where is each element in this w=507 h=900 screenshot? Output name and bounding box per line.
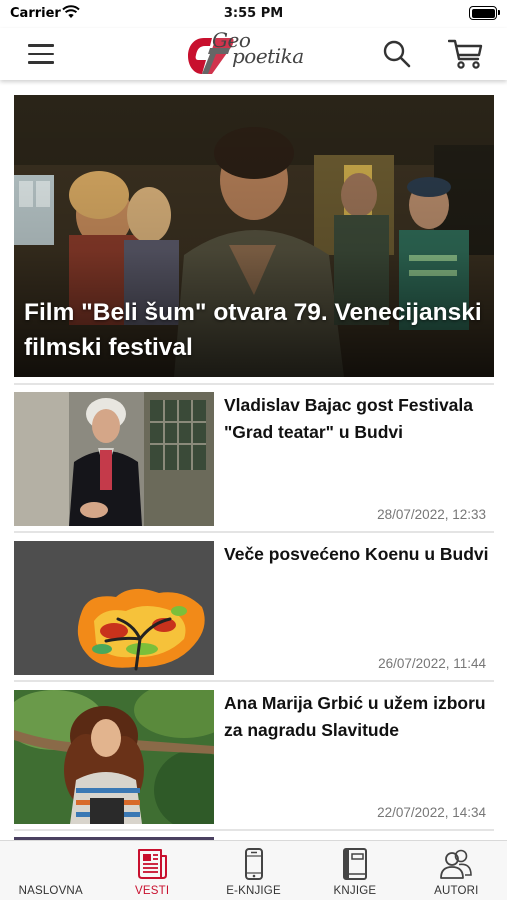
article-thumbnail	[14, 541, 214, 675]
menu-button[interactable]	[28, 40, 62, 68]
divider	[14, 383, 494, 385]
article-title: Vladislav Bajac gost Festivala "Grad tea…	[224, 395, 474, 442]
tab-vesti[interactable]: VESTI	[101, 841, 202, 900]
tab-autori[interactable]: AUTORI	[406, 841, 507, 900]
article-item[interactable]: Vladislav Bajac gost Festivala "Grad tea…	[14, 392, 494, 526]
article-date: 28/07/2022, 12:33	[377, 507, 486, 522]
status-bar: Carrier 3:55 PM	[0, 0, 507, 28]
geopoetika-logo[interactable]: Geo poetika	[186, 28, 326, 78]
article-thumbnail	[14, 392, 214, 526]
app-header: Geo poetika	[0, 28, 507, 80]
logo-text-poetika: poetika	[232, 44, 304, 68]
tab-naslovna[interactable]: NASLOVNA	[0, 841, 101, 900]
tab-e-knjige[interactable]: E-KNJIGE	[203, 841, 304, 900]
article-title: Veče posvećeno Koenu u Budvi	[224, 544, 489, 564]
tab-label: NASLOVNA	[18, 885, 83, 897]
shopping-cart-icon	[447, 39, 483, 69]
tab-label: KNJIGE	[333, 885, 377, 897]
search-button[interactable]	[382, 39, 412, 69]
status-time: 3:55 PM	[223, 6, 284, 21]
divider	[14, 531, 494, 533]
article-item[interactable]: Veče posvećeno Koenu u Budvi 26/07/2022,…	[14, 541, 494, 675]
bottom-tab-bar: NASLOVNA VESTI E-KNJIGE KNJIGE AUTORI	[0, 840, 507, 900]
article-thumbnail	[14, 690, 214, 824]
battery-icon	[469, 6, 500, 20]
hero-title: Film "Beli šum" otvara 79. Venecijanski …	[24, 299, 482, 361]
tab-label: VESTI	[134, 885, 170, 897]
authors-icon	[440, 849, 473, 879]
search-icon	[383, 40, 411, 68]
tab-knjige[interactable]: KNJIGE	[304, 841, 405, 900]
article-title: Ana Marija Grbić u užem izboru za nagrad…	[224, 693, 486, 740]
divider	[14, 680, 494, 682]
news-feed[interactable]: Film "Beli šum" otvara 79. Venecijanski …	[0, 80, 507, 840]
cart-button[interactable]	[447, 38, 484, 70]
newspaper-icon	[138, 849, 168, 879]
article-date: 26/07/2022, 11:44	[378, 656, 486, 671]
book-icon	[342, 848, 367, 880]
phone-ebook-icon	[244, 848, 263, 880]
hero-article[interactable]: Film "Beli šum" otvara 79. Venecijanski …	[14, 95, 494, 377]
tab-label: E-KNJIGE	[226, 885, 281, 897]
article-date: 22/07/2022, 14:34	[377, 805, 486, 820]
hamburger-menu-icon	[28, 44, 54, 47]
article-item[interactable]: Ana Marija Grbić u užem izboru za nagrad…	[14, 690, 494, 824]
divider	[14, 829, 494, 831]
tab-label: AUTORI	[434, 885, 479, 897]
home-icon	[33, 847, 69, 881]
